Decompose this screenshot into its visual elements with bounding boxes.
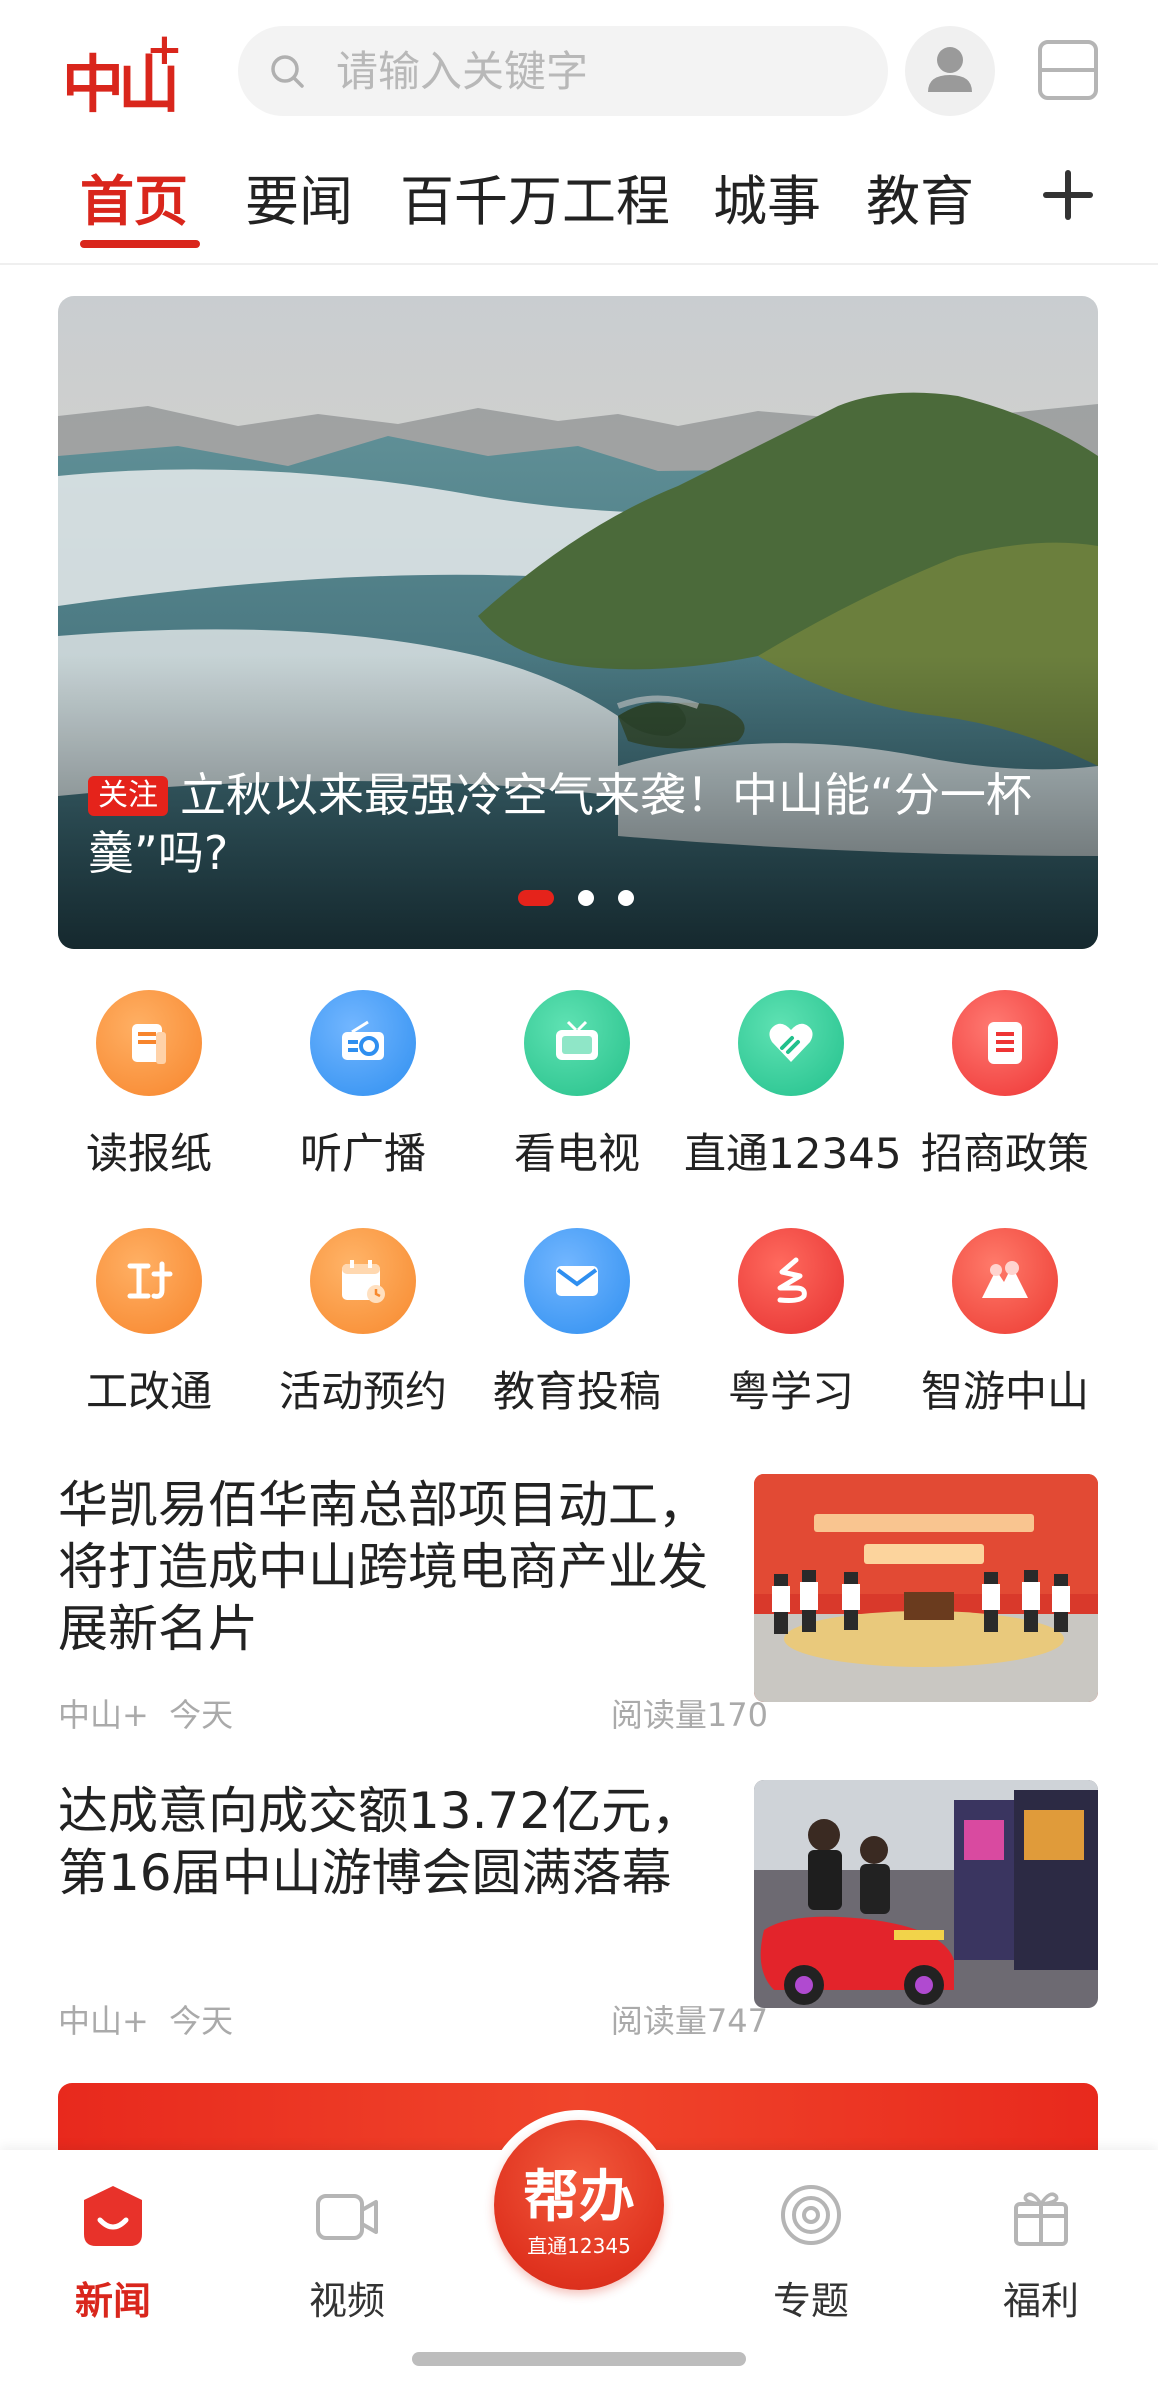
tab-city[interactable]: 城事 bbox=[713, 157, 821, 236]
tab-education[interactable]: 教育 bbox=[866, 157, 974, 236]
nav-label: 专题 bbox=[772, 2279, 849, 2323]
search-input[interactable] bbox=[336, 26, 856, 116]
help-hotline-main-label: 帮办 bbox=[523, 2164, 635, 2230]
user-avatar-button[interactable] bbox=[905, 26, 995, 116]
quick-link-hotline-12345[interactable]: 直通12345 bbox=[684, 984, 902, 1184]
news-title: 达成意向成交额13.72亿元，第16届中山游博会圆满落幕 bbox=[58, 1782, 702, 1902]
news-meta: 中山+ 今天 bbox=[58, 1996, 233, 2042]
quick-link-label: 招商政策 bbox=[920, 1129, 1089, 1178]
quick-link-read-newspaper[interactable]: 读报纸 bbox=[42, 984, 256, 1184]
news-time: 今天 bbox=[169, 2002, 234, 2040]
search-icon bbox=[271, 55, 304, 88]
news-source: 中山+ bbox=[58, 2002, 149, 2040]
user-icon bbox=[928, 47, 972, 92]
quick-link-event-booking[interactable]: 活动预约 bbox=[256, 1222, 470, 1422]
calendar-icon bbox=[310, 1228, 416, 1334]
nav-topics[interactable]: 专题 bbox=[736, 2170, 886, 2330]
channel-tabs: 首页 要闻 百千万工程 城事 教育 bbox=[0, 145, 1158, 265]
heart-hand-icon bbox=[738, 990, 844, 1096]
carousel-dot[interactable] bbox=[618, 890, 634, 906]
quick-link-education-submission[interactable]: 教育投稿 bbox=[470, 1222, 684, 1422]
app-header: 中山 + bbox=[0, 0, 1158, 145]
quick-link-investment-policy[interactable]: 招商政策 bbox=[898, 984, 1112, 1184]
news-read-count: 阅读量170 bbox=[610, 1696, 768, 1734]
quick-link-radio[interactable]: 听广播 bbox=[256, 984, 470, 1184]
hero-banner[interactable]: 关注 立秋以来最强冷空气来袭！中山能“分一杯羹”吗? bbox=[58, 296, 1098, 949]
gift-icon bbox=[1014, 2192, 1068, 2246]
quick-link-label: 粤学习 bbox=[727, 1367, 854, 1416]
radio-icon bbox=[310, 990, 416, 1096]
video-camera-icon bbox=[316, 2194, 378, 2240]
quick-link-label: 教育投稿 bbox=[492, 1367, 661, 1416]
quick-link-yue-study[interactable]: 粤学习 bbox=[684, 1222, 898, 1422]
active-tab-indicator bbox=[80, 240, 200, 248]
news-item[interactable]: 华凯易佰华南总部项目动工，将打造成中山跨境电商产业发展新名片 中山+ 今天 阅读… bbox=[58, 1474, 1098, 1754]
news-meta: 中山+ 今天 bbox=[58, 1690, 233, 1736]
app-logo[interactable]: 中山 + bbox=[62, 24, 183, 121]
gonggai-icon bbox=[96, 1228, 202, 1334]
quick-link-label: 活动预约 bbox=[278, 1367, 447, 1416]
nav-label: 福利 bbox=[1002, 2279, 1079, 2323]
carousel-dot[interactable] bbox=[578, 890, 594, 906]
banner-caption[interactable]: 关注 立秋以来最强冷空气来袭！中山能“分一杯羹”吗? bbox=[88, 766, 1078, 882]
carousel-dot-active[interactable] bbox=[518, 890, 554, 906]
quick-link-label: 工改通 bbox=[85, 1367, 212, 1416]
tab-home[interactable]: 首页 bbox=[80, 157, 188, 236]
news-read-count: 阅读量747 bbox=[610, 2002, 768, 2040]
news-item[interactable]: 达成意向成交额13.72亿元，第16届中山游博会圆满落幕 中山+ 今天 阅读量7… bbox=[58, 1780, 1098, 2060]
quick-link-label: 读报纸 bbox=[85, 1129, 212, 1178]
news-nav-icon bbox=[84, 2186, 142, 2246]
topics-target-icon bbox=[781, 2185, 841, 2245]
banner-tag-badge: 关注 bbox=[88, 776, 168, 816]
news-thumbnail-image bbox=[754, 1780, 1098, 2008]
tab-baiqianwan[interactable]: 百千万工程 bbox=[400, 157, 670, 236]
nav-welfare[interactable]: 福利 bbox=[966, 2170, 1116, 2330]
quick-link-label: 看电视 bbox=[513, 1129, 640, 1178]
quick-link-watch-tv[interactable]: 看电视 bbox=[470, 984, 684, 1184]
nav-label: 视频 bbox=[308, 2279, 385, 2323]
banner-headline: 立秋以来最强冷空气来袭！中山能“分一杯羹”吗? bbox=[88, 768, 1032, 880]
tv-icon bbox=[524, 990, 630, 1096]
quick-link-gonggaitong[interactable]: 工改通 bbox=[42, 1222, 256, 1422]
scan-icon[interactable] bbox=[1036, 38, 1100, 102]
nav-label: 新闻 bbox=[74, 2279, 151, 2323]
nav-news[interactable]: 新闻 bbox=[38, 2170, 188, 2330]
notebook-icon bbox=[952, 990, 1058, 1096]
help-hotline-sub-label: 直通12345 bbox=[527, 2234, 631, 2258]
nav-video[interactable]: 视频 bbox=[272, 2170, 422, 2330]
quick-link-tour-zhongshan[interactable]: 智游中山 bbox=[898, 1222, 1112, 1422]
news-time: 今天 bbox=[169, 1696, 234, 1734]
news-title: 华凯易佰华南总部项目动工，将打造成中山跨境电商产业发展新名片 bbox=[58, 1476, 708, 1658]
quick-link-label: 听广播 bbox=[299, 1129, 426, 1178]
quick-link-label: 智游中山 bbox=[920, 1367, 1089, 1416]
search-bar[interactable] bbox=[238, 26, 888, 116]
yue-study-icon bbox=[738, 1228, 844, 1334]
mountain-icon bbox=[952, 1228, 1058, 1334]
help-hotline-button[interactable]: 帮办 直通12345 bbox=[484, 2110, 674, 2300]
add-channel-icon[interactable] bbox=[1040, 167, 1096, 223]
newspaper-icon bbox=[96, 990, 202, 1096]
help-hotline-badge: 帮办 直通12345 bbox=[494, 2120, 664, 2290]
quick-links-grid: 读报纸 听广播 看电视 直通12345 招商政策 工改通 活动预约 教育投稿 粤… bbox=[0, 978, 1158, 1418]
news-thumbnail-image bbox=[754, 1474, 1098, 1702]
mail-icon bbox=[524, 1228, 630, 1334]
logo-plus: + bbox=[146, 24, 183, 75]
home-indicator[interactable] bbox=[412, 2352, 746, 2366]
news-source: 中山+ bbox=[58, 1696, 149, 1734]
quick-link-label: 直通12345 bbox=[684, 1129, 902, 1178]
tab-headlines[interactable]: 要闻 bbox=[245, 157, 353, 236]
